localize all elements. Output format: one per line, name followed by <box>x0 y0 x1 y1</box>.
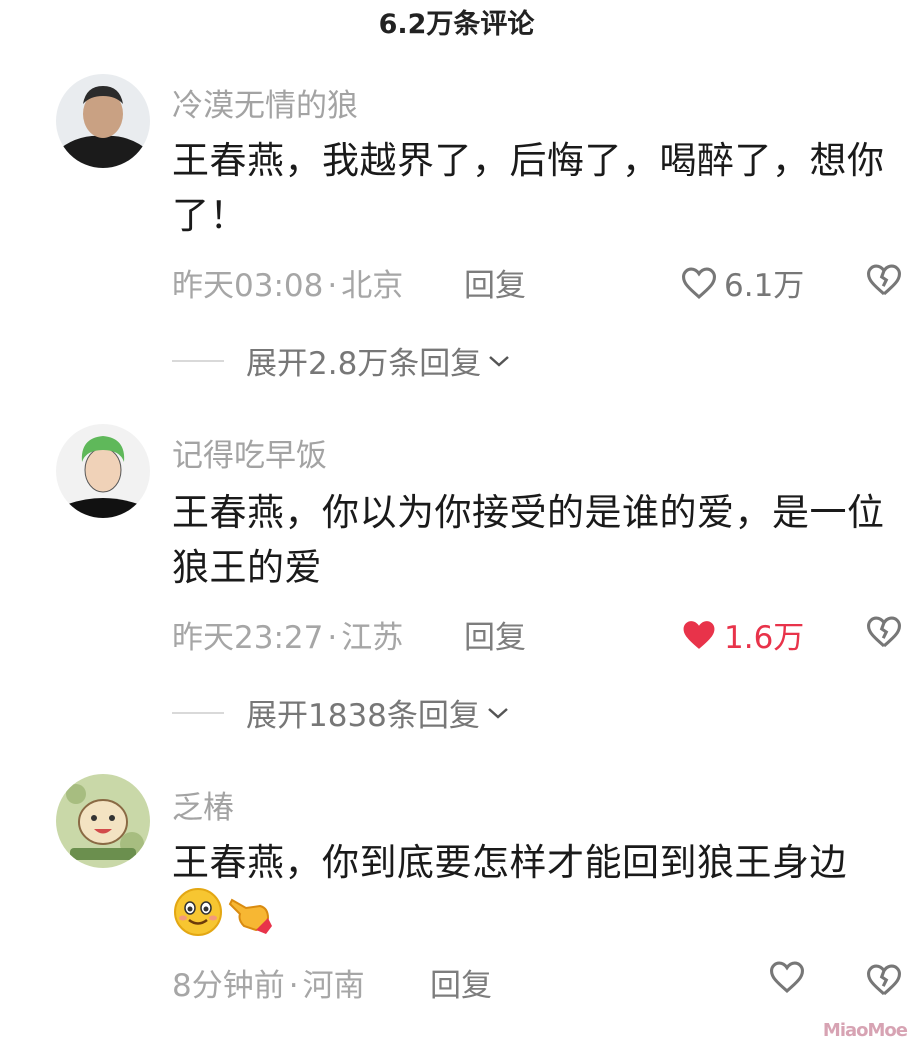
expand-replies-button[interactable]: 展开2.8万条回复 <box>172 338 511 383</box>
heart-filled-icon <box>683 620 715 649</box>
avatar[interactable] <box>56 424 150 518</box>
reply-button[interactable]: 回复 <box>464 612 526 657</box>
comment-time: 8分钟前 <box>172 968 285 1004</box>
reply-button[interactable]: 回复 <box>430 960 492 1005</box>
comment-time: 昨天03:08 <box>172 268 324 304</box>
expand-replies-label: 展开2.8万条回复 <box>246 346 482 382</box>
comment-time: 昨天23:27 <box>172 620 324 656</box>
like-button[interactable] <box>768 960 806 994</box>
divider-line <box>172 359 224 362</box>
comment-username[interactable]: 冷漠无情的狼 <box>172 80 358 125</box>
comment-meta: 昨天03:08 · 北京 <box>172 268 404 304</box>
comment-meta: 昨天23:27 · 江苏 <box>172 620 404 656</box>
comment-location: 河南 <box>302 968 365 1004</box>
expand-replies-button[interactable]: 展开1838条回复 <box>172 690 510 735</box>
comment-text: 王春燕，你到底要怎样才能回到狼王身边 <box>172 841 847 884</box>
comment-username[interactable]: 记得吃早饭 <box>172 430 327 475</box>
like-count: 1.6万 <box>724 620 805 656</box>
watermark: MiaoMoe <box>822 1020 908 1041</box>
broken-heart-icon <box>866 964 902 996</box>
dislike-button[interactable] <box>865 963 903 1001</box>
comment-location: 江苏 <box>341 620 404 656</box>
reply-button[interactable]: 回复 <box>464 260 526 305</box>
pointing-hand-icon <box>228 898 272 934</box>
avatar[interactable] <box>56 74 150 168</box>
avatar[interactable] <box>56 774 150 868</box>
heart-outline-icon <box>681 267 717 299</box>
comment-location: 北京 <box>341 268 404 304</box>
emoji-row <box>172 886 278 938</box>
dislike-button[interactable] <box>865 263 903 301</box>
like-count: 6.1万 <box>724 268 805 304</box>
dislike-button[interactable] <box>865 615 903 653</box>
smiling-face-icon <box>174 888 222 936</box>
chevron-down-icon <box>489 355 510 367</box>
comments-count-title: 6.2万条评论 <box>378 9 535 40</box>
like-button[interactable]: 1.6万 <box>680 612 804 657</box>
comment-meta: 8分钟前 · 河南 <box>172 968 365 1004</box>
broken-heart-icon <box>866 264 902 296</box>
chevron-down-icon <box>488 707 508 719</box>
expand-replies-label: 展开1838条回复 <box>246 698 480 734</box>
comment-text: 王春燕，我越界了，后悔了，喝醉了，想你了！ <box>172 139 885 237</box>
comment-username[interactable]: 乏椿 <box>172 782 234 827</box>
comment-text: 王春燕，你以为你接受的是谁的爱，是一位狼王的爱 <box>172 491 885 589</box>
like-button[interactable]: 6.1万 <box>680 260 804 305</box>
broken-heart-icon <box>866 616 902 648</box>
divider-line <box>172 711 224 714</box>
heart-outline-icon <box>769 961 805 993</box>
